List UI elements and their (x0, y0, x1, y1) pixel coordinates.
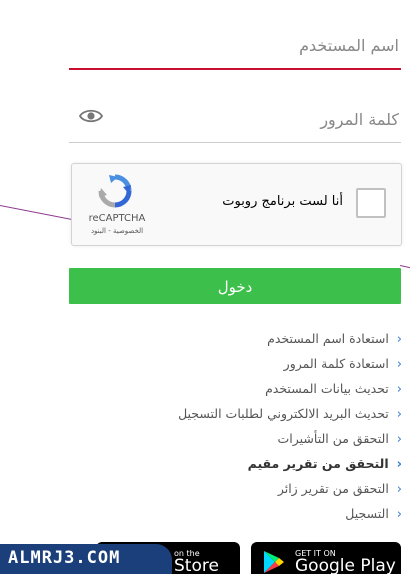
username-field[interactable]: اسم المستخدم (69, 24, 401, 70)
recaptcha-checkbox[interactable] (356, 188, 386, 218)
password-field[interactable]: كلمة المرور (69, 96, 401, 143)
chevron-left-icon: ‹ (396, 382, 402, 397)
link-verify-visitor-report[interactable]: ‹ التحقق من تقرير زائر (72, 476, 402, 501)
eye-icon[interactable] (79, 108, 103, 124)
link-verify-visas[interactable]: ‹ التحقق من التأشيرات (72, 426, 402, 451)
decorative-line (399, 265, 410, 269)
decorative-line (0, 205, 73, 221)
recaptcha-logo (98, 174, 132, 208)
password-placeholder: كلمة المرور (320, 110, 399, 129)
recaptcha-widget: أنا لست برنامج روبوت reCAPTCHA الخصوصية … (71, 163, 402, 246)
google-play-icon (264, 551, 284, 573)
chevron-left-icon: ‹ (396, 357, 402, 372)
link-verify-resident-report[interactable]: ‹ التحقق من تقرير مقيم (72, 451, 402, 476)
link-label: تحديث بيانات المستخدم (265, 381, 389, 396)
link-recover-username[interactable]: ‹ استعادة اسم المستخدم (72, 326, 402, 351)
link-update-email[interactable]: ‹ تحديث البريد الالكتروني لطلبات التسجيل (72, 401, 402, 426)
watermark-text: ALMRJ3.COM (8, 548, 121, 568)
link-label: تحديث البريد الالكتروني لطلبات التسجيل (178, 406, 389, 421)
recaptcha-brand: reCAPTCHA (88, 213, 146, 224)
play-big-text: Google Play (295, 556, 396, 574)
link-label: التحقق من تقرير مقيم (247, 456, 389, 471)
google-play-badge[interactable]: GET IT ON Google Play (251, 542, 401, 574)
login-button[interactable]: دخول (69, 268, 401, 304)
help-links-list: ‹ استعادة اسم المستخدم ‹ استعادة كلمة المر… (72, 326, 402, 526)
recaptcha-terms-link[interactable]: الخصوصية - البنود (82, 227, 152, 235)
chevron-left-icon: ‹ (396, 482, 402, 497)
watermark-banner: ALMRJ3.COM (0, 544, 172, 574)
chevron-left-icon: ‹ (396, 507, 402, 522)
link-label: التحقق من تقرير زائر (277, 481, 389, 496)
username-placeholder: اسم المستخدم (299, 36, 399, 55)
link-register[interactable]: ‹ التسجيل (72, 501, 402, 526)
link-recover-password[interactable]: ‹ استعادة كلمة المرور (72, 351, 402, 376)
link-update-user-data[interactable]: ‹ تحديث بيانات المستخدم (72, 376, 402, 401)
recaptcha-label: أنا لست برنامج روبوت (222, 194, 343, 209)
link-label: استعادة كلمة المرور (283, 356, 389, 371)
appstore-big-text: Store (174, 556, 219, 574)
chevron-left-icon: ‹ (396, 457, 402, 472)
chevron-left-icon: ‹ (396, 407, 402, 422)
link-label: التحقق من التأشيرات (277, 431, 389, 446)
chevron-left-icon: ‹ (396, 332, 402, 347)
chevron-left-icon: ‹ (396, 432, 402, 447)
link-label: التسجيل (345, 506, 389, 521)
link-label: استعادة اسم المستخدم (267, 331, 389, 346)
